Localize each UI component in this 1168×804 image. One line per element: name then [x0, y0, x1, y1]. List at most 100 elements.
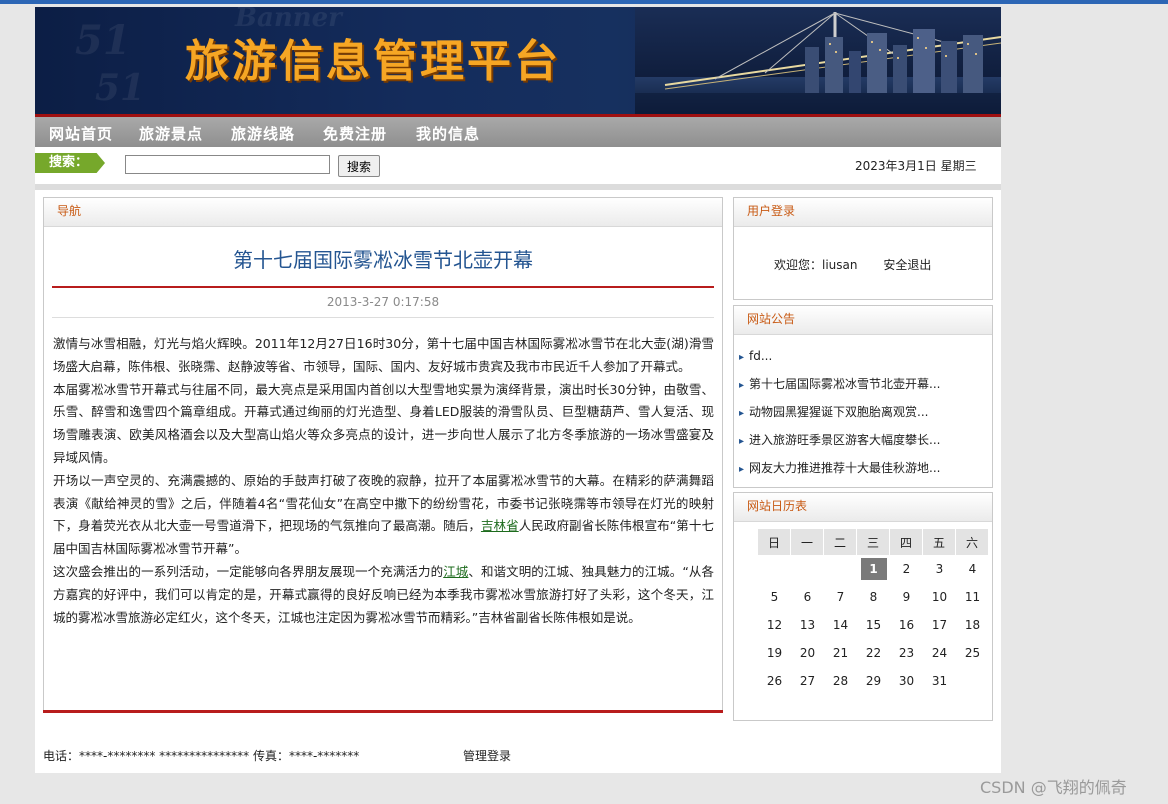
search-bar: 搜索： 搜索 2023年3月1日 星期三: [35, 147, 1001, 184]
nav-routes[interactable]: 旅游线路: [231, 123, 295, 144]
calendar-week-row: 26 27 28 29 30 31: [758, 667, 989, 695]
nav-my-info[interactable]: 我的信息: [416, 123, 480, 144]
notice-item-text: fd...: [749, 349, 773, 363]
weekday-fri: 五: [923, 529, 956, 555]
notice-list: ▸ fd... ▸ 第十七届国际雾凇冰雪节北壶开幕... ▸ 动物园黑猩猩诞下双胞胎离…: [739, 346, 989, 486]
logout-link[interactable]: 安全退出: [883, 258, 931, 272]
notice-item[interactable]: ▸ 网友大力推进推荐十大最佳秋游地...: [739, 458, 989, 486]
calendar-day[interactable]: 15: [857, 611, 890, 639]
article-date: 2013-3-27 0:17:58: [326, 295, 440, 309]
bullet-arrow-icon: ▸: [739, 408, 745, 419]
calendar-week-row: 19 20 21 22 23 24 25: [758, 639, 989, 667]
jiangcheng-link[interactable]: 江城: [443, 564, 468, 579]
calendar-week-row: 12 13 14 15 16 17 18: [758, 611, 989, 639]
notice-item-text: 进入旅游旺季景区游客大幅度攀长...: [749, 433, 941, 447]
calendar-day[interactable]: 17: [923, 611, 956, 639]
notice-panel-heading: 网站公告: [734, 306, 992, 335]
search-label: 搜索：: [35, 153, 105, 173]
calendar-day[interactable]: 19: [758, 639, 791, 667]
paragraph-text: 这次盛会推出的一系列活动，一定能够向各界朋友展现一个充满活力的: [53, 563, 444, 579]
weekday-mon: 一: [791, 529, 824, 555]
top-accent-line: [0, 0, 1168, 4]
page-container: 51 Banner Banner 51 旅游信息管理平台: [35, 7, 1001, 773]
current-date: 2023年3月1日 星期三: [855, 159, 977, 173]
bullet-arrow-icon: ▸: [739, 464, 745, 475]
calendar-day[interactable]: 31: [923, 667, 956, 695]
article-paragraph: 本届雾凇冰雪节开幕式与往届不同，最大亮点是采用国内首创以大型雪地实景为演绎背景，…: [53, 381, 714, 465]
nav-register[interactable]: 免费注册: [323, 123, 387, 144]
calendar-week-row: 5 6 7 8 9 10 11: [758, 583, 989, 611]
login-status: 欢迎您：liusan 安全退出: [774, 256, 931, 273]
separator-bar: [35, 184, 1001, 190]
today-marker: 1: [860, 558, 887, 580]
calendar-day[interactable]: 24: [923, 639, 956, 667]
date-divider: [52, 317, 714, 318]
article-paragraph: 这次盛会推出的一系列活动，一定能够向各界朋友展现一个充满活力的江城、和谐文明的江…: [53, 561, 714, 629]
calendar-day[interactable]: 6: [791, 583, 824, 611]
calendar-day[interactable]: 4: [956, 555, 989, 583]
jilin-province-link[interactable]: 吉林省: [481, 518, 519, 533]
calendar-day[interactable]: 16: [890, 611, 923, 639]
bullet-arrow-icon: ▸: [739, 352, 745, 363]
notice-item[interactable]: ▸ 第十七届国际雾凇冰雪节北壶开幕...: [739, 374, 989, 402]
footer: 电话：****-******** *************** 传真：****…: [43, 747, 511, 764]
notice-item[interactable]: ▸ 动物园黑猩猩诞下双胞胎离观赏...: [739, 402, 989, 430]
weekday-thu: 四: [890, 529, 923, 555]
article-panel: 导航 第十七届国际雾凇冰雪节北壶开幕 2013-3-27 0:17:58 激情与…: [43, 197, 723, 713]
nav-home[interactable]: 网站首页: [49, 123, 113, 144]
calendar-day[interactable]: 26: [758, 667, 791, 695]
calendar-day[interactable]: 20: [791, 639, 824, 667]
calendar-day[interactable]: 5: [758, 583, 791, 611]
admin-login-link[interactable]: 管理登录: [463, 747, 511, 764]
calendar-days: 1 2 3 4 5 6 7 8 9 10 11 12 13 14 15 16 17 18 19 20 21 22 23 24 2…: [758, 555, 989, 695]
calendar-day[interactable]: 30: [890, 667, 923, 695]
calendar-day[interactable]: 23: [890, 639, 923, 667]
calendar-day[interactable]: 14: [824, 611, 857, 639]
calendar-empty-cell: [956, 667, 989, 695]
article-body: 激情与冰雪相融，灯光与焰火辉映。2011年12月27日16时30分，第十七届中国…: [53, 333, 714, 629]
calendar-day[interactable]: 22: [857, 639, 890, 667]
weekday-tue: 二: [824, 529, 857, 555]
weekday-wed: 三: [857, 529, 890, 555]
calendar-day[interactable]: 9: [890, 583, 923, 611]
search-button[interactable]: 搜索: [338, 155, 380, 177]
calendar-day[interactable]: 29: [857, 667, 890, 695]
calendar-day[interactable]: 12: [758, 611, 791, 639]
search-input[interactable]: [125, 155, 330, 174]
footer-contact: 电话：****-******** *************** 传真：****…: [43, 749, 360, 763]
calendar-day-today[interactable]: 1: [857, 555, 890, 583]
article-panel-heading: 导航: [44, 198, 722, 227]
calendar-day[interactable]: 7: [824, 583, 857, 611]
calendar-day[interactable]: 8: [857, 583, 890, 611]
article-bottom-line: [43, 710, 723, 713]
nav-attractions[interactable]: 旅游景点: [139, 123, 203, 144]
weekday-sun: 日: [758, 529, 791, 555]
calendar-empty-cell: [824, 555, 857, 583]
banner-watermark-51b: 51: [95, 67, 146, 109]
notice-item-text: 第十七届国际雾凇冰雪节北壶开幕...: [749, 377, 941, 391]
notice-item-text: 动物园黑猩猩诞下双胞胎离观赏...: [749, 405, 929, 419]
site-title: 旅游信息管理平台: [185, 36, 561, 87]
calendar-day[interactable]: 21: [824, 639, 857, 667]
calendar-table: 日 一 二 三 四 五 六 1 2 3 4 5 6 7 8 9 10 11 12 13 14 15 16 17 1…: [758, 529, 989, 695]
notice-item-text: 网友大力推进推荐十大最佳秋游地...: [749, 461, 941, 475]
calendar-day[interactable]: 28: [824, 667, 857, 695]
welcome-text: 欢迎您：liusan: [774, 258, 858, 272]
login-panel: 用户登录 欢迎您：liusan 安全退出: [733, 197, 993, 300]
calendar-day[interactable]: 13: [791, 611, 824, 639]
notice-item[interactable]: ▸ 进入旅游旺季景区游客大幅度攀长...: [739, 430, 989, 458]
calendar-day[interactable]: 18: [956, 611, 989, 639]
banner-watermark-51: 51: [75, 17, 131, 64]
city-bridge-image: [635, 7, 1001, 114]
article-paragraph: 开场以一声空灵的、充满震撼的、原始的手鼓声打破了夜晚的寂静，拉开了本届雾凇冰雪节…: [53, 470, 714, 561]
calendar-day[interactable]: 10: [923, 583, 956, 611]
calendar-day[interactable]: 3: [923, 555, 956, 583]
calendar-empty-cell: [791, 555, 824, 583]
calendar-week-row: 1234: [758, 555, 989, 583]
calendar-day[interactable]: 25: [956, 639, 989, 667]
calendar-day[interactable]: 2: [890, 555, 923, 583]
calendar-day[interactable]: 11: [956, 583, 989, 611]
calendar-day[interactable]: 27: [791, 667, 824, 695]
notice-item[interactable]: ▸ fd...: [739, 346, 989, 374]
calendar-weekday-row: 日 一 二 三 四 五 六: [758, 529, 989, 555]
